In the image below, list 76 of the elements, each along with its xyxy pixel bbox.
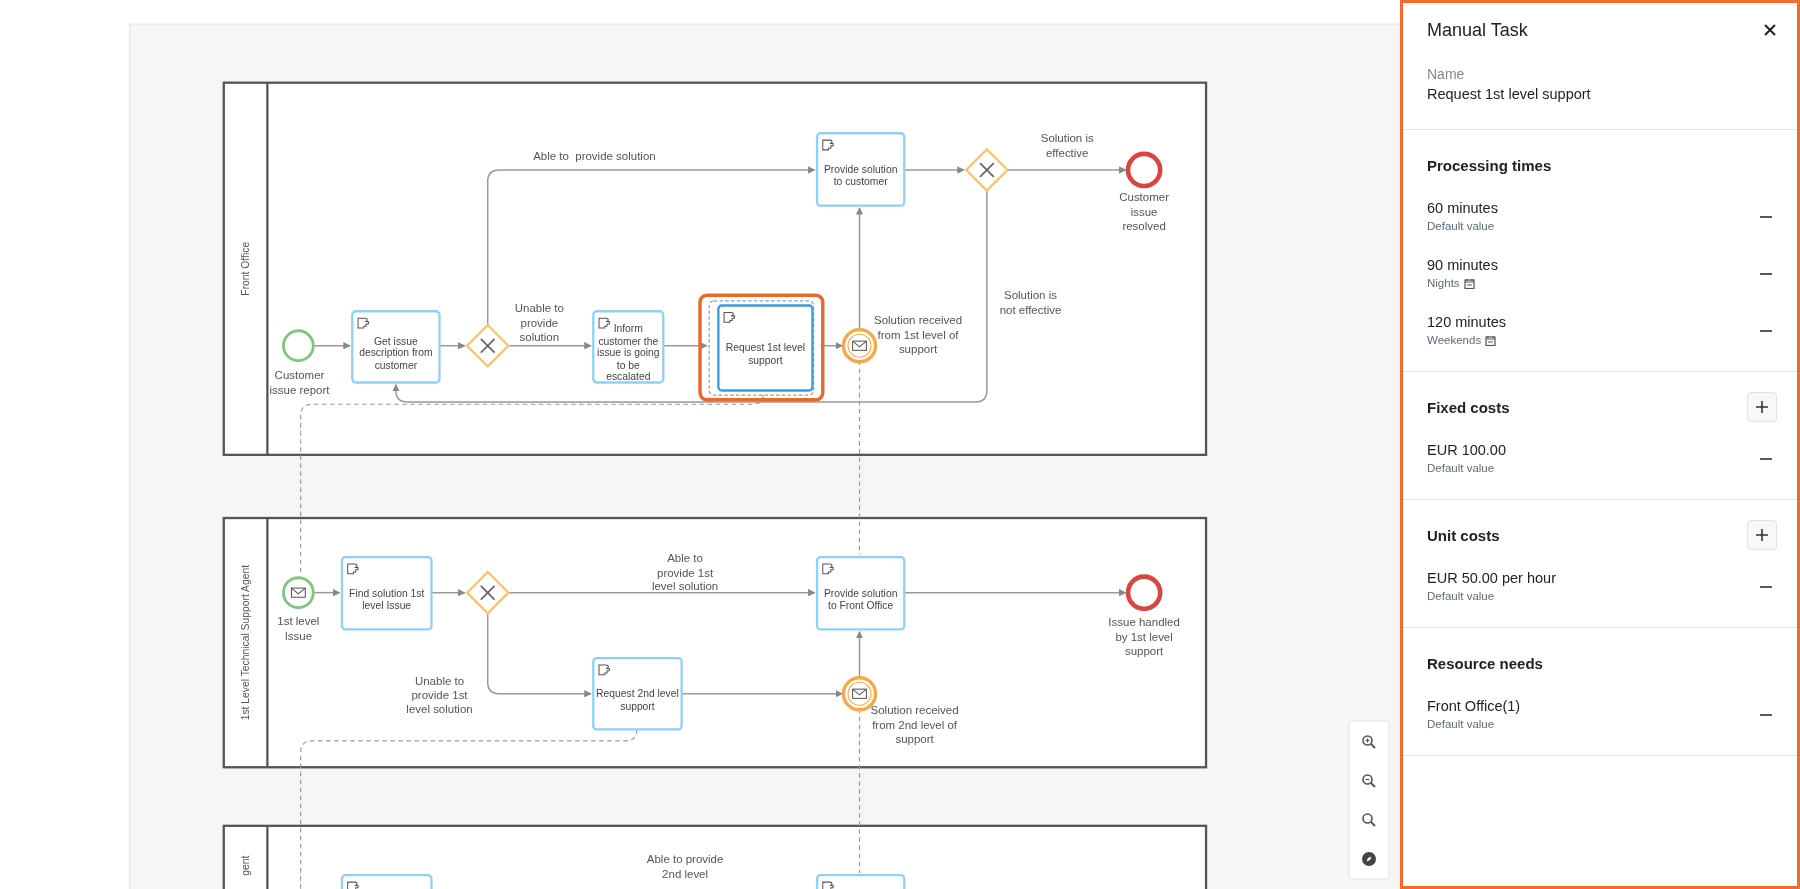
entry-note: Nights xyxy=(1427,276,1460,291)
plus-icon xyxy=(1755,528,1769,542)
calendar-icon xyxy=(1463,278,1475,289)
task[interactable]: Request 2nd level support xyxy=(592,657,683,731)
task-label: Provide solution to Front Office xyxy=(822,587,899,612)
event-label: Solution received from 1st level of support xyxy=(873,313,964,357)
flow-label: Able to provide 1st level solution xyxy=(650,551,720,595)
task-label: Request 2nd level support xyxy=(595,688,680,713)
flow-label: Able to provide 2nd level xyxy=(645,852,725,881)
event-label: 1st level Issue xyxy=(276,614,321,644)
field-label: Name xyxy=(1427,65,1465,84)
remove-icon[interactable] xyxy=(1759,328,1773,333)
zoom-out-icon[interactable] xyxy=(1361,772,1377,789)
field-value: Request 1st level support xyxy=(1427,85,1591,104)
remove-icon[interactable] xyxy=(1759,712,1773,717)
task[interactable]: Get issue description from customer xyxy=(351,310,441,384)
task-label: Inform customer the issue is going to be escalated xyxy=(595,323,661,383)
section-title: Resource needs xyxy=(1427,654,1543,672)
event-label: Solution received from 2nd level of support xyxy=(869,704,960,748)
lane-label: gent xyxy=(240,855,251,876)
task-label: Request 1st level support xyxy=(724,342,806,367)
entry-value: Front Office(1) xyxy=(1427,697,1521,716)
flow-label: Unable to provide 1st level solution xyxy=(405,674,474,718)
entry-value: 90 minutes xyxy=(1427,256,1498,275)
lane-label: 1st Level Technical Support Agent xyxy=(240,564,251,721)
close-icon[interactable] xyxy=(1763,23,1777,37)
add-button[interactable] xyxy=(1747,520,1777,550)
end-event[interactable] xyxy=(1125,151,1163,189)
sequence-flow xyxy=(312,342,351,350)
event-label: Issue handled by 1st level support xyxy=(1107,615,1181,659)
entry-value: 120 minutes xyxy=(1427,313,1506,332)
message-event[interactable] xyxy=(841,327,878,364)
end-event[interactable] xyxy=(1125,574,1163,612)
remove-icon[interactable] xyxy=(1759,456,1773,461)
sequence-flow xyxy=(903,166,965,174)
lane-label: Front Office xyxy=(240,241,251,296)
section-title: Processing times xyxy=(1427,156,1552,174)
panel-title: Manual Task xyxy=(1427,19,1528,41)
entry-note: Default value xyxy=(1427,219,1495,234)
zoom-fit-icon[interactable] xyxy=(1361,811,1377,828)
task[interactable]: Find solution 1st level Issue xyxy=(340,555,433,631)
remove-icon[interactable] xyxy=(1759,584,1773,589)
exclusive-gateway[interactable] xyxy=(465,323,510,369)
flow-label: Solution is effective xyxy=(1039,132,1095,161)
plus-icon xyxy=(1755,400,1769,414)
zoom-in-icon[interactable] xyxy=(1361,733,1377,750)
event-label: Customer issue resolved xyxy=(1118,190,1170,234)
task[interactable]: Request 1st level support xyxy=(698,293,825,402)
remove-icon[interactable] xyxy=(1759,214,1773,219)
entry-value: EUR 50.00 per hour xyxy=(1427,569,1556,588)
entry-value: 60 minutes xyxy=(1427,199,1498,218)
section-title: Fixed costs xyxy=(1427,398,1510,416)
task-label: Find solution 1st level Issue xyxy=(348,587,426,612)
section-title: Unit costs xyxy=(1427,526,1500,544)
add-button[interactable] xyxy=(1747,392,1777,422)
task-label: Provide solution to customer xyxy=(822,163,899,188)
flow-label: Able to provide solution xyxy=(533,149,656,164)
calendar-icon xyxy=(1485,335,1497,346)
entry-value: EUR 100.00 xyxy=(1427,441,1506,460)
entry-note: Default value xyxy=(1427,717,1495,732)
remove-icon[interactable] xyxy=(1759,271,1773,276)
task[interactable]: Provide solution to Front Office xyxy=(815,555,906,631)
entry-note: Default value xyxy=(1427,589,1495,604)
sequence-flow xyxy=(430,588,466,597)
exclusive-gateway[interactable] xyxy=(465,570,510,615)
sequence-flow xyxy=(312,588,341,597)
entry-note: Default value xyxy=(1427,461,1495,476)
task[interactable]: Inform customer the issue is going to be escalated xyxy=(592,310,665,384)
exclusive-gateway[interactable] xyxy=(964,147,1010,193)
flow-label: Unable to provide solution xyxy=(513,302,565,346)
flow-label: Solution is not effective xyxy=(998,288,1063,317)
task[interactable]: Provide solution to customer xyxy=(815,132,906,207)
event-label: Customer issue report xyxy=(268,368,331,398)
task-label: Get issue description from customer xyxy=(358,335,434,372)
compass-icon[interactable] xyxy=(1361,850,1377,867)
entry-note: Weekends xyxy=(1427,333,1482,348)
